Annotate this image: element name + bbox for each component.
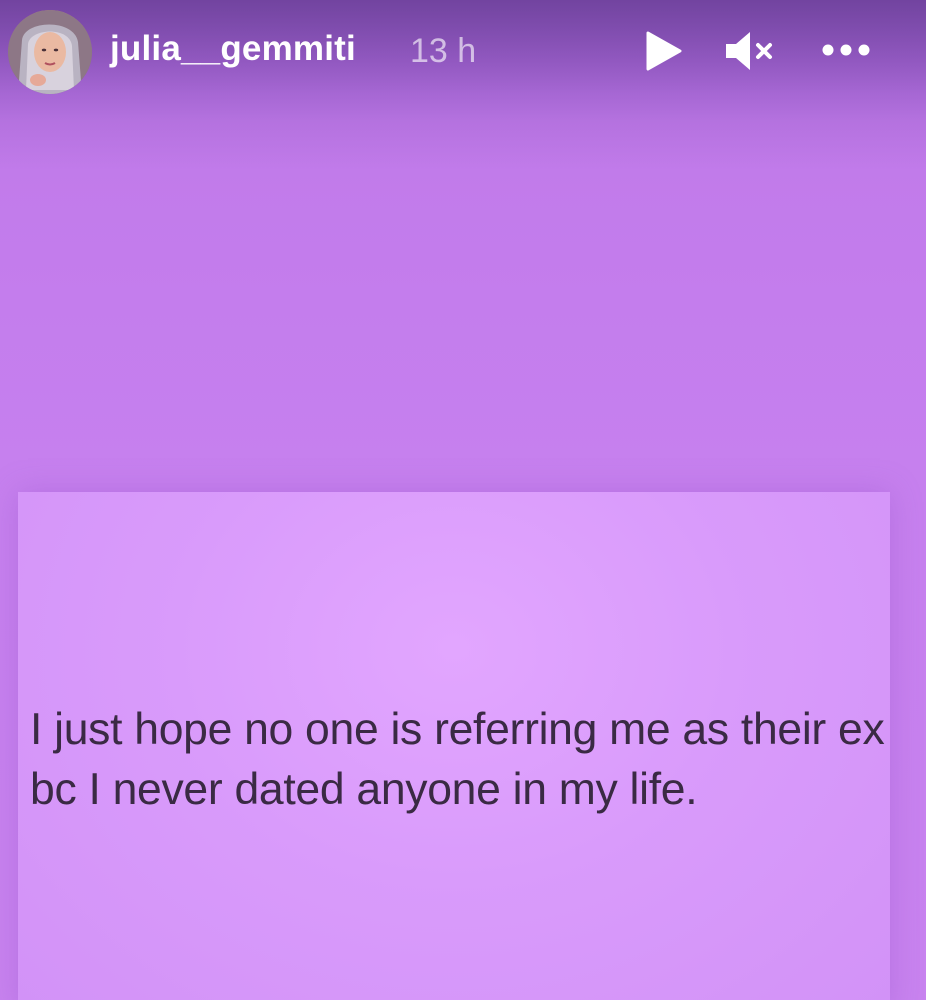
avatar-photo	[8, 10, 92, 94]
note-text: I just hope no one is referring me as th…	[30, 705, 885, 814]
play-button[interactable]	[640, 28, 686, 74]
avatar[interactable]	[8, 10, 92, 94]
more-options-button[interactable]	[818, 32, 874, 68]
story-viewer: julia__gemmiti 13 h I just hope no one i…	[0, 0, 926, 1000]
username[interactable]: julia__gemmiti	[110, 24, 356, 74]
play-icon	[646, 31, 682, 71]
mute-button[interactable]	[722, 28, 776, 74]
timestamp: 13 h	[410, 32, 477, 70]
story-header: julia__gemmiti 13 h	[0, 0, 926, 100]
speaker-muted-icon	[726, 32, 772, 70]
more-options-icon	[822, 44, 870, 56]
